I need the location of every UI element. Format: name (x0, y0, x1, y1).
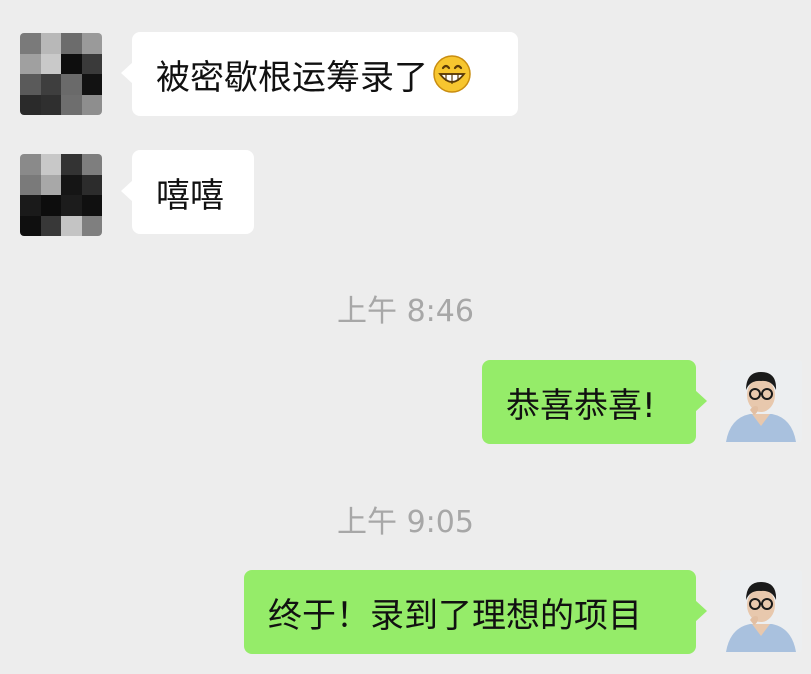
timestamp: 上午 8:46 (337, 294, 474, 329)
message-row-outgoing: 终于！录到了理想的项目 (0, 565, 811, 660)
message-row-incoming: 嘻嘻 (0, 140, 811, 250)
message-text: 嘻嘻 (156, 175, 224, 216)
pixelated-avatar-image (20, 33, 102, 115)
pixelated-avatar-image (20, 154, 102, 236)
contact-avatar[interactable] (20, 33, 102, 115)
message-text: 恭喜恭喜! (506, 385, 656, 426)
message-row-outgoing: 恭喜恭喜! (0, 355, 811, 450)
message-text: 被密歇根运筹录了 (156, 57, 428, 98)
person-photo-icon (720, 570, 802, 652)
person-photo-icon (720, 360, 802, 442)
grinning-face-emoji-icon (433, 55, 471, 93)
contact-avatar[interactable] (20, 154, 102, 236)
my-avatar[interactable] (720, 570, 802, 652)
my-avatar[interactable] (720, 360, 802, 442)
message-bubble[interactable]: 被密歇根运筹录了 (121, 32, 518, 116)
message-bubble[interactable]: 嘻嘻 (121, 150, 254, 234)
timestamp: 上午 9:05 (337, 505, 474, 540)
message-text: 终于！录到了理想的项目 (268, 595, 642, 636)
message-row-incoming: 被密歇根运筹录了 (0, 0, 811, 130)
message-bubble[interactable]: 恭喜恭喜! (482, 360, 707, 444)
message-bubble[interactable]: 终于！录到了理想的项目 (244, 570, 707, 654)
